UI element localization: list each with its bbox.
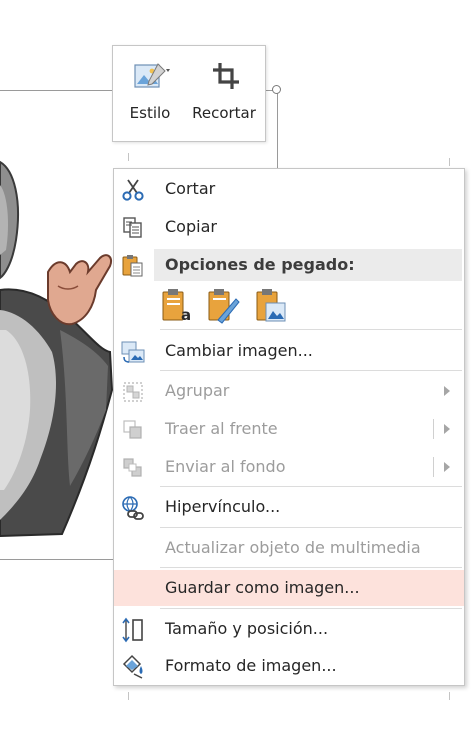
- crop-label: Recortar: [192, 104, 256, 122]
- picture-style-icon: [132, 60, 172, 96]
- style-button[interactable]: Estilo: [117, 46, 183, 141]
- keep-source-formatting-icon[interactable]: a: [160, 287, 194, 325]
- mini-toolbar: Estilo Recortar: [112, 45, 266, 142]
- menu-separator: [160, 608, 462, 609]
- copy-icon: [120, 215, 146, 241]
- menu-item-send-to-back[interactable]: Enviar al fondo: [114, 449, 464, 485]
- menu-item-label: Cortar: [165, 179, 216, 198]
- menu-item-cut[interactable]: Cortar: [114, 171, 464, 207]
- group-icon: [120, 379, 146, 405]
- menu-item-label: Copiar: [165, 217, 217, 236]
- menu-item-group[interactable]: Agrupar: [114, 373, 464, 409]
- menu-item-hyperlink[interactable]: Hipervínculo...: [114, 489, 464, 525]
- guide-mark: [449, 692, 450, 700]
- paste-options-label: Opciones de pegado:: [165, 255, 355, 274]
- menu-item-label: Hipervínculo...: [165, 497, 281, 516]
- menu-separator: [160, 486, 462, 487]
- menu-item-label: Guardar como imagen...: [165, 578, 360, 597]
- menu-item-bring-to-front[interactable]: Traer al frente: [114, 411, 464, 447]
- submenu-arrow-icon: [444, 462, 450, 472]
- crop-button[interactable]: Recortar: [183, 46, 265, 141]
- picture-border-bottom: [0, 559, 113, 560]
- style-label: Estilo: [129, 104, 171, 122]
- menu-item-format-picture[interactable]: Formato de imagen...: [114, 648, 464, 684]
- paste-options-header: Opciones de pegado:: [154, 249, 462, 281]
- menu-item-save-as-picture[interactable]: Guardar como imagen...: [114, 570, 464, 606]
- split-divider: [433, 457, 434, 477]
- scissors-icon: [120, 177, 146, 203]
- menu-item-label: Cambiar imagen...: [165, 341, 313, 360]
- menu-item-size-position[interactable]: Tamaño y posición...: [114, 611, 464, 647]
- context-menu: Cortar Copiar Opciones de pegado: a Camb…: [113, 168, 465, 686]
- guide-mark: [449, 158, 450, 166]
- guide-mark: [128, 153, 129, 161]
- menu-item-label: Enviar al fondo: [165, 457, 286, 476]
- menu-separator: [160, 527, 462, 528]
- bring-to-front-icon: [120, 417, 146, 443]
- split-divider: [433, 419, 434, 439]
- resize-handle[interactable]: [272, 85, 281, 94]
- change-picture-icon: [120, 339, 146, 365]
- svg-text:a: a: [181, 306, 191, 324]
- use-destination-theme-icon[interactable]: [206, 287, 240, 325]
- hyperlink-icon: [120, 495, 146, 521]
- menu-separator: [160, 567, 462, 568]
- menu-item-label: Agrupar: [165, 381, 230, 400]
- format-picture-icon: [120, 654, 146, 680]
- guide-mark: [128, 692, 129, 700]
- menu-item-label: Traer al frente: [165, 419, 278, 438]
- picture-border-right: [277, 91, 278, 169]
- picture-paste-icon[interactable]: [254, 287, 288, 325]
- menu-item-label: Tamaño y posición...: [165, 619, 329, 638]
- menu-item-change-picture[interactable]: Cambiar imagen...: [114, 333, 464, 369]
- menu-separator: [160, 370, 462, 371]
- menu-item-update-media[interactable]: Actualizar objeto de multimedia: [114, 530, 464, 566]
- menu-item-label: Formato de imagen...: [165, 656, 337, 675]
- paste-icon: [120, 253, 146, 279]
- submenu-arrow-icon: [444, 424, 450, 434]
- menu-separator: [160, 329, 462, 330]
- crop-icon: [210, 60, 242, 96]
- menu-item-copy[interactable]: Copiar: [114, 209, 464, 245]
- menu-item-label: Actualizar objeto de multimedia: [165, 538, 421, 557]
- size-position-icon: [120, 617, 146, 643]
- submenu-arrow-icon: [444, 386, 450, 396]
- paste-options-buttons: a: [160, 287, 310, 327]
- send-to-back-icon: [120, 455, 146, 481]
